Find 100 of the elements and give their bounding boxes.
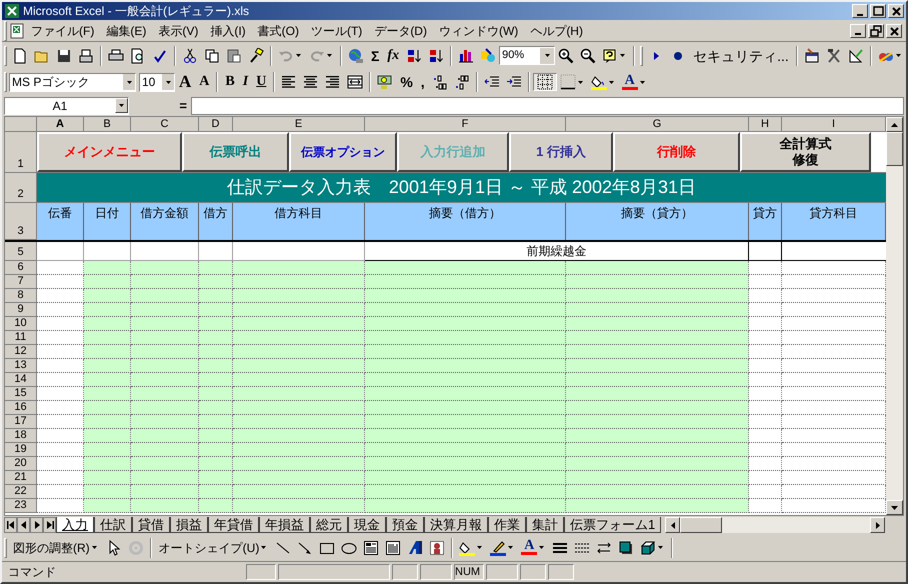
sheet-tab[interactable]: 集計 bbox=[526, 517, 564, 533]
row-header[interactable]: 14 bbox=[5, 373, 37, 387]
sheet-tab[interactable]: 作業 bbox=[488, 517, 526, 533]
table-cell[interactable] bbox=[233, 317, 365, 331]
table-cell[interactable] bbox=[233, 261, 365, 275]
table-cell[interactable] bbox=[37, 317, 84, 331]
table-cell[interactable] bbox=[749, 387, 782, 401]
table-cell[interactable] bbox=[199, 359, 233, 373]
autoshapes-menu-button[interactable]: オートシェイプ(U) bbox=[154, 538, 272, 556]
table-cell[interactable] bbox=[749, 345, 782, 359]
globe-icon[interactable] bbox=[348, 48, 364, 64]
table-cell[interactable] bbox=[84, 317, 131, 331]
table-cell[interactable] bbox=[749, 415, 782, 429]
table-cell[interactable] bbox=[131, 443, 199, 457]
table-cell[interactable] bbox=[749, 317, 782, 331]
scissors-icon[interactable] bbox=[182, 48, 198, 64]
table-cell[interactable] bbox=[199, 499, 233, 513]
vertical-scrollbar[interactable] bbox=[886, 117, 903, 515]
tab-scroll-last-button[interactable] bbox=[43, 517, 56, 533]
table-cell[interactable] bbox=[749, 261, 782, 275]
row-header[interactable]: 6 bbox=[5, 261, 37, 275]
align-center-icon[interactable] bbox=[303, 74, 320, 90]
sheet-tab[interactable]: 年貸借 bbox=[208, 517, 259, 533]
tab-scroll-previous-button[interactable] bbox=[17, 517, 30, 533]
table-cell[interactable] bbox=[782, 401, 886, 415]
table-cell[interactable] bbox=[365, 471, 566, 485]
row-header[interactable]: 23 bbox=[5, 499, 37, 513]
table-cell[interactable] bbox=[566, 345, 749, 359]
menu-item[interactable]: ヘルプ(H) bbox=[524, 22, 589, 40]
font-box[interactable]: MS Pゴシック bbox=[9, 72, 136, 92]
decrease-decimal-icon[interactable] bbox=[454, 74, 470, 90]
caret-icon[interactable] bbox=[327, 54, 332, 57]
table-cell[interactable] bbox=[365, 415, 566, 429]
table-cell[interactable] bbox=[749, 331, 782, 345]
table-cell[interactable] bbox=[84, 303, 131, 317]
table-cell[interactable] bbox=[84, 387, 131, 401]
font-color-button[interactable]: A bbox=[622, 74, 638, 90]
menu-item[interactable]: 表示(V) bbox=[152, 22, 204, 40]
table-cell[interactable] bbox=[782, 331, 886, 345]
table-cell[interactable] bbox=[566, 387, 749, 401]
table-cell[interactable] bbox=[37, 359, 84, 373]
ruler-pencil-icon[interactable] bbox=[848, 48, 864, 64]
table-cell[interactable] bbox=[84, 261, 131, 275]
table-cell[interactable] bbox=[566, 485, 749, 499]
table-cell[interactable] bbox=[84, 499, 131, 513]
table-cell[interactable] bbox=[199, 471, 233, 485]
table-cell[interactable] bbox=[37, 387, 84, 401]
workbook-close-button[interactable] bbox=[886, 24, 902, 38]
table-cell[interactable] bbox=[365, 303, 566, 317]
table-cell[interactable] bbox=[566, 457, 749, 471]
table-cell[interactable] bbox=[199, 275, 233, 289]
table-cell[interactable] bbox=[782, 275, 886, 289]
bar-chart-icon[interactable] bbox=[458, 48, 474, 64]
table-cell[interactable] bbox=[199, 401, 233, 415]
table-cell[interactable] bbox=[37, 303, 84, 317]
sheet-button[interactable]: 全計算式修復 bbox=[740, 132, 871, 172]
table-cell[interactable] bbox=[566, 289, 749, 303]
table-cell[interactable] bbox=[199, 485, 233, 499]
menu-item[interactable]: 挿入(I) bbox=[204, 22, 252, 40]
table-cell[interactable] bbox=[749, 303, 782, 317]
table-cell[interactable] bbox=[782, 443, 886, 457]
tab-scroll-first-button[interactable] bbox=[4, 517, 17, 533]
table-cell[interactable] bbox=[37, 471, 84, 485]
wordart-icon[interactable] bbox=[407, 540, 424, 556]
caret-icon[interactable] bbox=[578, 80, 583, 84]
table-cell[interactable] bbox=[37, 261, 84, 275]
table-cell[interactable] bbox=[233, 345, 365, 359]
menu-item[interactable]: 編集(E) bbox=[100, 22, 152, 40]
table-cell[interactable] bbox=[233, 415, 365, 429]
menu-item[interactable]: ウィンドウ(W) bbox=[432, 22, 524, 40]
table-cell[interactable] bbox=[566, 303, 749, 317]
sort-descending-icon[interactable] bbox=[428, 48, 444, 64]
table-cell[interactable] bbox=[131, 401, 199, 415]
caret-icon[interactable] bbox=[608, 80, 614, 84]
table-cell[interactable] bbox=[199, 261, 233, 275]
table-cell[interactable] bbox=[131, 429, 199, 443]
table-cell[interactable] bbox=[566, 443, 749, 457]
column-header[interactable]: I bbox=[782, 117, 886, 132]
table-cell[interactable] bbox=[131, 289, 199, 303]
table-cell[interactable] bbox=[749, 457, 782, 471]
column-header[interactable]: F bbox=[365, 117, 566, 132]
column-header[interactable]: A bbox=[37, 117, 84, 132]
line-icon[interactable] bbox=[275, 540, 292, 556]
minimize-button[interactable] bbox=[852, 4, 868, 18]
table-cell[interactable] bbox=[782, 359, 886, 373]
caret-icon[interactable] bbox=[658, 546, 664, 549]
table-cell[interactable] bbox=[84, 359, 131, 373]
table-cell[interactable] bbox=[84, 373, 131, 387]
sort-ascending-icon[interactable] bbox=[406, 48, 422, 64]
table-cell[interactable] bbox=[199, 415, 233, 429]
table-cell[interactable] bbox=[749, 373, 782, 387]
table-cell[interactable] bbox=[365, 317, 566, 331]
table-cell[interactable] bbox=[84, 289, 131, 303]
table-cell[interactable] bbox=[365, 331, 566, 345]
font-color-button[interactable]: A bbox=[521, 540, 538, 555]
gridlines-icon[interactable] bbox=[536, 74, 553, 90]
sheet-tab[interactable]: 損益 bbox=[170, 517, 208, 533]
help-icon[interactable] bbox=[602, 48, 618, 64]
row-header[interactable]: 18 bbox=[5, 429, 37, 443]
table-cell[interactable] bbox=[37, 373, 84, 387]
